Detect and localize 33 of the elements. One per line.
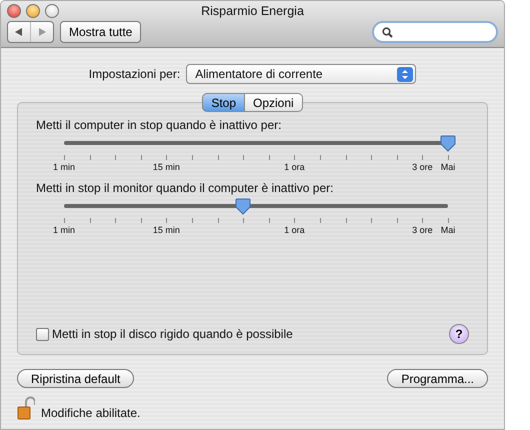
tick-label: 3 ore [412,225,433,235]
tick-label: 1 min [53,225,75,235]
search-icon [382,26,393,38]
dropdown-arrows-icon [397,66,414,82]
close-button[interactable] [7,4,21,18]
slider-label: Metti in stop il monitor quando il computer è inattivo per: [36,181,334,195]
tick-label: 15 min [152,225,180,235]
tick-label: 1 min [53,162,75,172]
help-button[interactable]: ? [449,324,469,344]
tick-label: 1 ora [284,162,305,172]
slider-thumb[interactable] [235,198,252,215]
tick-label: 3 ore [412,162,433,172]
checkbox-label: Metti in stop il disco rigido quando è possibile [52,327,293,341]
tick-label: 15 min [152,162,180,172]
restore-defaults-button[interactable]: Ripristina default [17,369,134,388]
padlock-icon[interactable] [17,396,35,420]
tick-label: 1 ora [284,225,305,235]
minimize-button[interactable] [26,4,40,18]
power-source-dropdown[interactable]: Alimentatore di corrente [186,64,416,84]
settings-for-label: Impostazioni per: [88,67,180,81]
schedule-button[interactable]: Programma... [387,369,488,388]
checkbox[interactable] [36,328,49,340]
slider-thumb[interactable] [440,135,456,152]
zoom-button[interactable] [45,4,59,18]
tab[interactable]: Opzioni [245,93,303,112]
slider-label: Metti il computer in stop quando è inattivo per: [36,118,282,132]
show-all-button[interactable]: Mostra tutte [60,21,142,43]
search-field[interactable] [372,21,498,43]
tick-label: Mai [440,162,456,172]
window-title: Risparmio Energia [201,4,304,18]
lock-status-text: Modifiche abilitate. [41,406,140,420]
tab[interactable]: Stop [202,93,245,112]
tick-label: Mai [440,225,456,235]
